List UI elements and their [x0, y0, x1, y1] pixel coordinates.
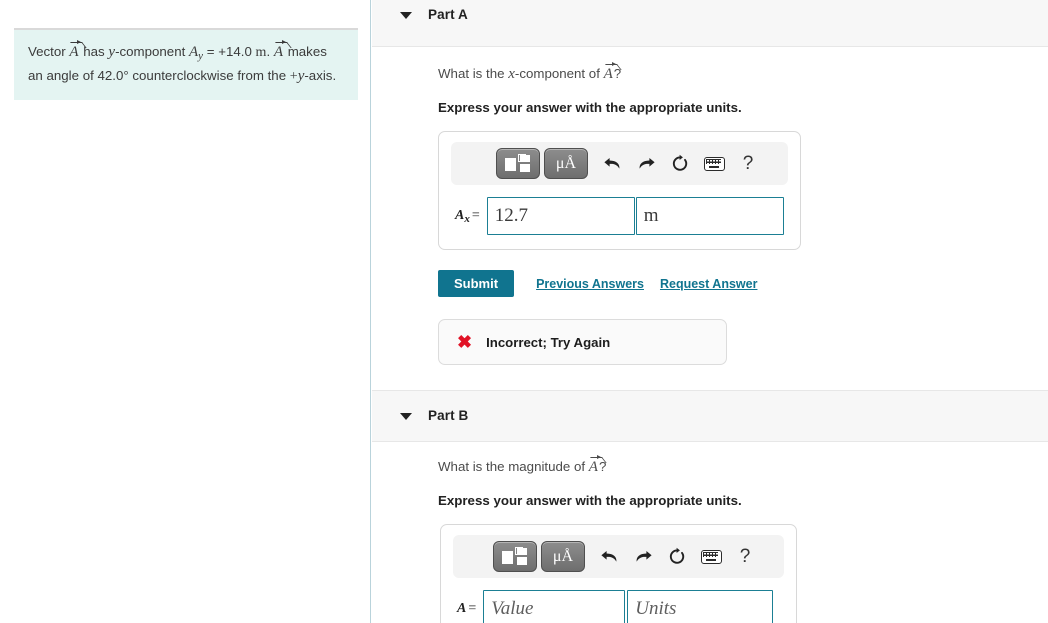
part-a-instruction: Express your answer with the appropriate…: [438, 100, 742, 115]
reset-icon-b[interactable]: [660, 541, 694, 572]
part-a-title: Part A: [428, 7, 468, 22]
template-icon[interactable]: [496, 148, 540, 179]
hint-text-line1: Vector A has y-component Ay = +14.0 m. A…: [28, 39, 327, 62]
chevron-down-icon[interactable]: [400, 12, 412, 19]
part-b-answer-box: μÅ ? A = Value Units: [440, 524, 797, 623]
hint-frag-vector: Vector: [28, 44, 70, 59]
label-eq-b: =: [468, 601, 477, 616]
undo-icon-b[interactable]: [592, 541, 626, 572]
part-a-submit-row: Submit Previous Answers Request Answer: [438, 270, 1048, 297]
label-sub-a: x: [464, 212, 470, 225]
hint-frag-plus: +: [289, 69, 298, 84]
part-a-variable-label: Ax =: [455, 208, 480, 225]
part-a-feedback-text: Incorrect; Try Again: [486, 334, 611, 350]
units-glyph-b: μÅ: [552, 547, 574, 565]
hint-frag-value: = +14.0: [203, 44, 256, 59]
keyboard-icon[interactable]: [697, 148, 731, 179]
question-b-frag-pre: What is the magnitude of: [438, 459, 589, 474]
question-frag-mid: -component of: [514, 66, 604, 81]
hint-frag-period: .: [266, 44, 274, 59]
vector-a-symbol-q-b: A: [589, 454, 601, 475]
hint-frag-unit: m: [255, 45, 267, 60]
redo-icon[interactable]: [629, 148, 663, 179]
label-eq-a: =: [471, 207, 480, 223]
chevron-down-icon-b[interactable]: [400, 412, 412, 420]
part-a-answer-box: μÅ ? Ax = 12.7 m: [438, 131, 801, 250]
part-a-request-answer-link[interactable]: Request Answer: [660, 277, 757, 291]
part-b-units-input[interactable]: [627, 590, 774, 623]
part-b-variable-label: A =: [457, 601, 476, 617]
part-a-question: What is the x-component of A?: [438, 61, 1048, 83]
hint-frag-angle: an angle of 42.0° counterclockwise from …: [28, 68, 290, 83]
template-icon-b[interactable]: [493, 541, 537, 572]
hint-frag-Ay-base: A: [188, 44, 199, 60]
vector-a-symbol-2: A: [274, 39, 286, 60]
part-a-units-input[interactable]: [635, 197, 784, 235]
left-pane: Vector A has y-component Ay = +14.0 m. A…: [0, 0, 371, 623]
part-b-input-row: A =: [453, 590, 784, 623]
hint-frag-component: -component: [115, 44, 189, 59]
vector-a-symbol: A: [69, 39, 82, 60]
part-b-value-input[interactable]: [483, 590, 626, 623]
part-b-title: Part B: [428, 408, 469, 423]
reset-icon[interactable]: [663, 148, 697, 179]
redo-icon-b[interactable]: [626, 541, 660, 572]
part-a-input-row: Ax =: [451, 197, 788, 235]
label-base-a: A: [455, 207, 465, 223]
template-glyph: [505, 154, 531, 173]
keyboard-icon-b[interactable]: [694, 541, 728, 572]
part-a-value-input[interactable]: [486, 197, 635, 235]
vector-a-symbol-q-a: A: [604, 61, 616, 82]
units-icon[interactable]: μÅ: [544, 148, 588, 179]
part-b-header[interactable]: Part B: [372, 390, 1048, 442]
part-b-toolbar: μÅ ?: [453, 535, 784, 578]
part-a-submit-button[interactable]: Submit: [438, 270, 515, 297]
hint-frag-axis-tail: -axis.: [304, 68, 337, 83]
x-mark-icon: ✖: [457, 332, 473, 352]
label-base-b: A: [457, 601, 467, 616]
part-a-feedback-box: ✖ Incorrect; Try Again: [438, 319, 727, 365]
hint-text-line2: an angle of 42.0° counterclockwise from …: [28, 68, 337, 84]
part-b-question: What is the magnitude of A?: [438, 454, 1048, 476]
question-frag-x: x: [508, 66, 515, 82]
part-b-instruction: Express your answer with the appropriate…: [438, 493, 742, 508]
template-glyph-b: [502, 547, 528, 566]
units-icon-b[interactable]: μÅ: [541, 541, 585, 572]
page-root: Vector A has y-component Ay = +14.0 m. A…: [0, 0, 1048, 623]
part-a-toolbar: μÅ ?: [451, 142, 788, 185]
part-a-previous-answers-link[interactable]: Previous Answers: [536, 277, 644, 291]
units-glyph: μÅ: [555, 154, 577, 172]
part-b-body: What is the magnitude of A? Express your…: [372, 442, 1048, 623]
problem-hint-box: Vector A has y-component Ay = +14.0 m. A…: [14, 28, 358, 100]
part-a-header[interactable]: Part A: [372, 0, 1048, 47]
part-a-body: What is the x-component of A? Express yo…: [372, 47, 1048, 365]
question-frag-pre: What is the: [438, 66, 509, 81]
right-pane: Part A What is the x-component of A? Exp…: [372, 0, 1048, 623]
help-icon-b[interactable]: ?: [728, 541, 762, 572]
undo-icon[interactable]: [595, 148, 629, 179]
help-icon[interactable]: ?: [731, 148, 765, 179]
